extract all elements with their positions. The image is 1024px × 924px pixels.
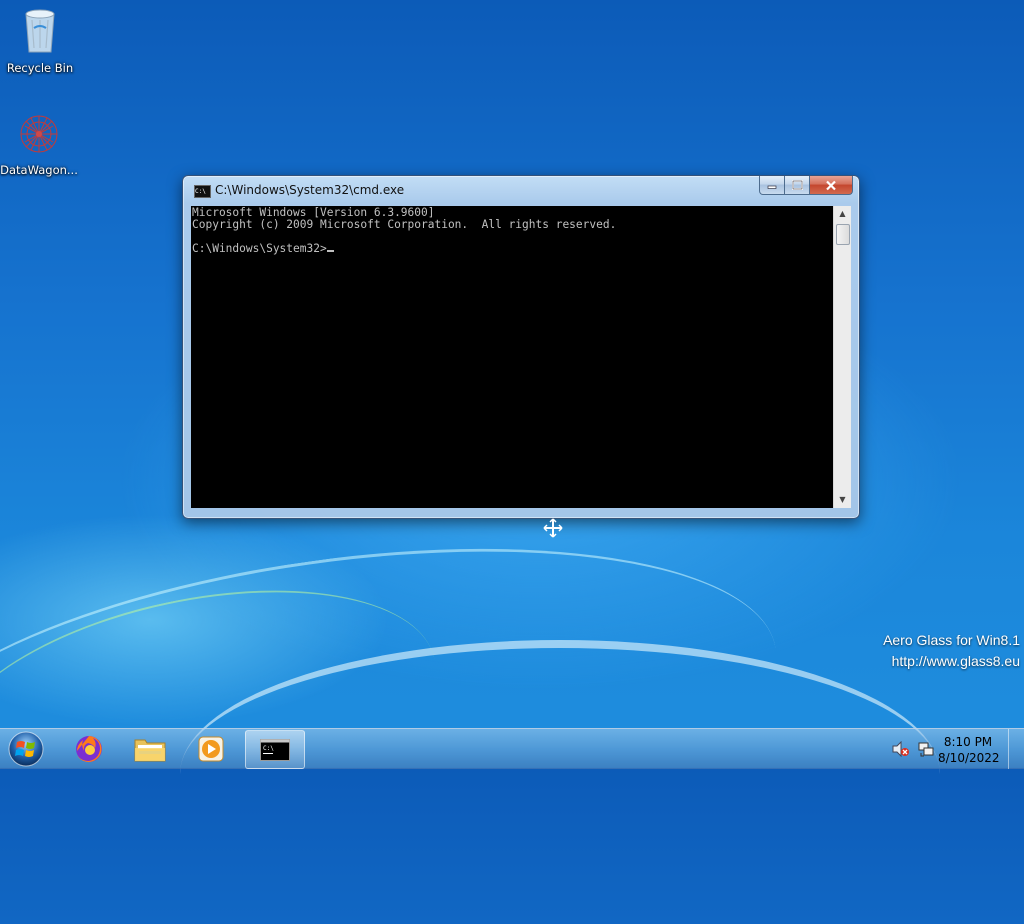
close-button[interactable] bbox=[810, 176, 853, 195]
folder-icon bbox=[134, 739, 166, 761]
cmd-icon: C:\ bbox=[194, 185, 211, 198]
mouse-cursor-icon bbox=[543, 518, 563, 538]
aero-glass-watermark: Aero Glass for Win8.1 http://www.glass8.… bbox=[883, 630, 1020, 672]
taskbar-cmd-button[interactable]: C:\ bbox=[245, 730, 305, 769]
firefox-icon bbox=[76, 735, 102, 762]
cmd-window[interactable]: C:\ C:\Windows\System32\cmd.exe Microsof… bbox=[182, 175, 860, 519]
desktop-icon-label: Recycle Bin bbox=[6, 61, 74, 75]
recycle-bin-icon bbox=[0, 6, 80, 57]
window-title: C:\Windows\System32\cmd.exe bbox=[215, 183, 405, 197]
desktop-icon-recycle-bin[interactable]: Recycle Bin bbox=[0, 6, 80, 75]
show-desktop-button[interactable] bbox=[1008, 729, 1024, 769]
wallpaper-swoosh bbox=[0, 498, 797, 924]
text-cursor bbox=[326, 250, 334, 252]
cmd-icon: C:\ bbox=[260, 738, 290, 761]
minimize-icon bbox=[767, 185, 777, 189]
windows-logo-icon bbox=[8, 731, 44, 767]
media-player-icon bbox=[198, 736, 224, 761]
volume-muted-icon[interactable] bbox=[892, 741, 910, 757]
taskbar: C:\ 8:10 PM 8/10/2022 bbox=[0, 728, 1024, 769]
svg-text:C:\: C:\ bbox=[263, 745, 274, 752]
console-prompt: C:\Windows\System32> bbox=[192, 242, 327, 255]
minimize-button[interactable] bbox=[759, 176, 785, 195]
clock-date: 8/10/2022 bbox=[938, 751, 1000, 765]
wallpaper-swoosh bbox=[180, 640, 940, 908]
taskbar-firefox-button[interactable] bbox=[60, 730, 118, 767]
start-button[interactable] bbox=[6, 730, 46, 768]
clock-time: 8:10 PM bbox=[943, 735, 993, 749]
datawagon-icon bbox=[0, 112, 79, 159]
scroll-up-arrow-icon[interactable]: ▲ bbox=[834, 206, 851, 222]
network-icon[interactable] bbox=[918, 741, 934, 757]
maximize-icon bbox=[791, 180, 803, 190]
scroll-down-arrow-icon[interactable]: ▼ bbox=[834, 492, 851, 508]
maximize-button[interactable] bbox=[785, 176, 810, 195]
window-titlebar[interactable]: C:\ C:\Windows\System32\cmd.exe bbox=[183, 176, 859, 204]
desktop-icon-label: DataWagon... bbox=[0, 163, 78, 177]
desktop-icon-datawagon[interactable]: DataWagon... bbox=[0, 112, 79, 177]
console-line: Copyright (c) 2009 Microsoft Corporation… bbox=[192, 218, 617, 231]
watermark-url: http://www.glass8.eu bbox=[891, 653, 1020, 669]
taskbar-explorer-button[interactable] bbox=[121, 730, 179, 767]
watermark-line: Aero Glass for Win8.1 bbox=[883, 632, 1020, 648]
taskbar-mediaplayer-button[interactable] bbox=[182, 730, 240, 767]
caption-buttons bbox=[759, 176, 853, 195]
system-tray: 8:10 PM 8/10/2022 bbox=[874, 729, 1024, 769]
close-icon bbox=[826, 180, 836, 190]
scrollbar-thumb[interactable] bbox=[836, 224, 850, 245]
vertical-scrollbar[interactable]: ▲ ▼ bbox=[833, 206, 851, 508]
taskbar-clock[interactable]: 8:10 PM 8/10/2022 bbox=[938, 734, 1000, 766]
wallpaper-swoosh bbox=[0, 550, 458, 872]
console-output[interactable]: Microsoft Windows [Version 6.3.9600] Cop… bbox=[191, 206, 833, 508]
